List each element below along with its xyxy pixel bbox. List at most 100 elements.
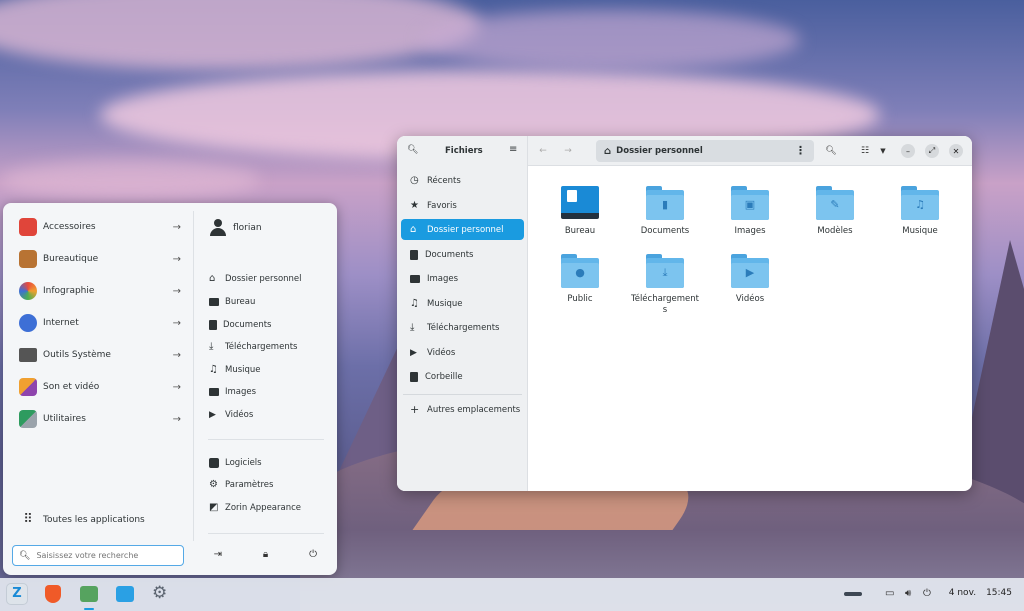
power-icon[interactable]: ⏻: [306, 547, 320, 561]
folder-label: Bureau: [564, 226, 596, 236]
category-label: Internet: [43, 318, 79, 328]
desktop-icon: [209, 298, 219, 306]
place-telechargements[interactable]: ⤓ Téléchargements: [209, 339, 297, 355]
settings-taskbar-button[interactable]: ⚙: [150, 583, 172, 605]
time-label: 15:45: [986, 588, 1012, 598]
place-musique[interactable]: ♫ Musique: [209, 362, 261, 378]
search-icon[interactable]: 🔍︎: [407, 145, 418, 155]
menu-icon[interactable]: ≡: [509, 144, 517, 155]
notifications-icon[interactable]: ▭: [885, 588, 894, 599]
files-window: 🔍︎ Fichiers ≡ ◷ Récents ★ Favoris ⌂ Doss…: [397, 136, 972, 491]
place-label: Vidéos: [225, 410, 254, 420]
category-outils-systeme[interactable]: Outils Système →: [19, 344, 181, 366]
place-parametres[interactable]: ⚙ Paramètres: [209, 477, 273, 493]
sidebar-item-images[interactable]: Images: [401, 268, 524, 289]
category-label: Accessoires: [43, 222, 96, 232]
sidebar-item-musique[interactable]: ♫ Musique: [401, 293, 524, 314]
document-icon: [410, 249, 418, 260]
workspace-indicator[interactable]: [844, 592, 862, 596]
sidebar-label: Favoris: [427, 200, 457, 211]
place-bureau[interactable]: Bureau: [209, 294, 255, 310]
search-input[interactable]: [36, 551, 177, 560]
folder-label: Public: [567, 294, 593, 304]
sidebar-item-favoris[interactable]: ★ Favoris: [401, 195, 524, 216]
image-icon: [410, 274, 420, 283]
graphics-icon: [19, 282, 37, 300]
sidebar-item-documents[interactable]: Documents: [401, 244, 524, 265]
arrow-right-icon: →: [172, 285, 181, 297]
place-videos[interactable]: ▶ Vidéos: [209, 407, 253, 423]
arrow-right-icon: →: [172, 349, 181, 361]
folder-telechargements[interactable]: ⤓ Téléchargements: [623, 254, 707, 316]
folder-public[interactable]: ● Public: [538, 254, 622, 305]
software-store-button[interactable]: [114, 583, 136, 605]
category-internet[interactable]: Internet →: [19, 312, 181, 334]
folder-documents[interactable]: ▮ Documents: [623, 186, 707, 237]
zorin-menu-button[interactable]: Z: [6, 583, 28, 605]
more-options-icon[interactable]: ⋮: [795, 144, 806, 157]
sidebar-label: Corbeille: [425, 371, 463, 382]
category-label: Outils Système: [43, 350, 111, 360]
search-files-icon[interactable]: 🔍︎: [824, 144, 838, 158]
maximize-icon[interactable]: ⤢: [925, 144, 939, 158]
app-menu: Accessoires → Bureautique → Infographie …: [3, 203, 337, 575]
category-accessoires[interactable]: Accessoires →: [19, 216, 181, 238]
sidebar-item-corbeille[interactable]: Corbeille: [401, 366, 524, 387]
arrow-right-icon: →: [172, 253, 181, 265]
logout-icon[interactable]: ⇥: [211, 547, 225, 561]
all-applications-button[interactable]: ⠿ Toutes les applications: [19, 509, 181, 531]
folder-label: Images: [734, 226, 766, 236]
sidebar-item-dossier-personnel[interactable]: ⌂ Dossier personnel: [401, 219, 524, 240]
sidebar-item-telechargements[interactable]: ⤓ Téléchargements: [401, 317, 524, 338]
home-icon: ⌂: [604, 145, 612, 157]
arrow-right-icon: →: [172, 221, 181, 233]
view-options-icon[interactable]: ▼: [876, 144, 890, 158]
category-utilitaires[interactable]: Utilitaires →: [19, 408, 181, 430]
category-bureautique[interactable]: Bureautique →: [19, 248, 181, 270]
category-label: Bureautique: [43, 254, 99, 264]
place-dossier-personnel[interactable]: ⌂ Dossier personnel: [209, 271, 302, 287]
path-bar[interactable]: ⌂ Dossier personnel ⋮: [596, 140, 814, 162]
place-documents[interactable]: Documents: [209, 317, 271, 333]
templates-folder-icon: ✎: [816, 186, 854, 220]
home-icon: ⌂: [410, 223, 417, 235]
folder-videos[interactable]: ▶ Vidéos: [708, 254, 792, 305]
document-icon: [209, 320, 217, 330]
volume-icon[interactable]: 🔊︎: [905, 588, 911, 599]
toolbox-icon: [19, 218, 37, 236]
settings-icon: ⚙: [209, 479, 218, 490]
user-account[interactable]: florian: [210, 219, 262, 237]
globe-icon: [19, 314, 37, 332]
folder-modeles[interactable]: ✎ Modèles: [793, 186, 877, 237]
clock[interactable]: 4 nov. 15:45: [949, 588, 1012, 598]
sidebar-label: Récents: [427, 175, 461, 186]
menu-categories: Accessoires → Bureautique → Infographie …: [3, 203, 191, 575]
place-images[interactable]: Images: [209, 384, 256, 400]
app-title: Fichiers: [445, 146, 483, 156]
place-label: Musique: [225, 365, 261, 375]
download-icon: ⤓: [209, 341, 214, 352]
sidebar-label: Musique: [427, 298, 463, 309]
search-icon: 🔍︎: [19, 550, 31, 561]
lock-icon[interactable]: 🔒︎: [258, 547, 272, 561]
close-icon[interactable]: ✕: [949, 144, 963, 158]
folder-images[interactable]: ▣ Images: [708, 186, 792, 237]
forward-icon[interactable]: →: [561, 144, 575, 158]
list-view-icon[interactable]: ☷: [858, 144, 872, 158]
sidebar-item-autres-emplacements[interactable]: + Autres emplacements: [401, 399, 524, 420]
category-infographie[interactable]: Infographie →: [19, 280, 181, 302]
back-icon[interactable]: ←: [536, 144, 550, 158]
category-son-et-video[interactable]: Son et vidéo →: [19, 376, 181, 398]
minimize-icon[interactable]: –: [901, 144, 915, 158]
folder-musique[interactable]: ♫ Musique: [878, 186, 962, 237]
sidebar-item-recents[interactable]: ◷ Récents: [401, 170, 524, 191]
folder-bureau[interactable]: Bureau: [538, 186, 622, 237]
place-zorin-appearance[interactable]: ◩ Zorin Appearance: [209, 500, 301, 516]
separator: [208, 533, 324, 534]
search-box[interactable]: 🔍︎: [12, 545, 184, 566]
place-logiciels[interactable]: Logiciels: [209, 455, 262, 471]
brave-browser-button[interactable]: [42, 583, 64, 605]
sidebar-item-videos[interactable]: ▶ Vidéos: [401, 342, 524, 363]
files-taskbar-button[interactable]: [78, 583, 100, 610]
power-icon[interactable]: ⏻: [923, 588, 931, 599]
